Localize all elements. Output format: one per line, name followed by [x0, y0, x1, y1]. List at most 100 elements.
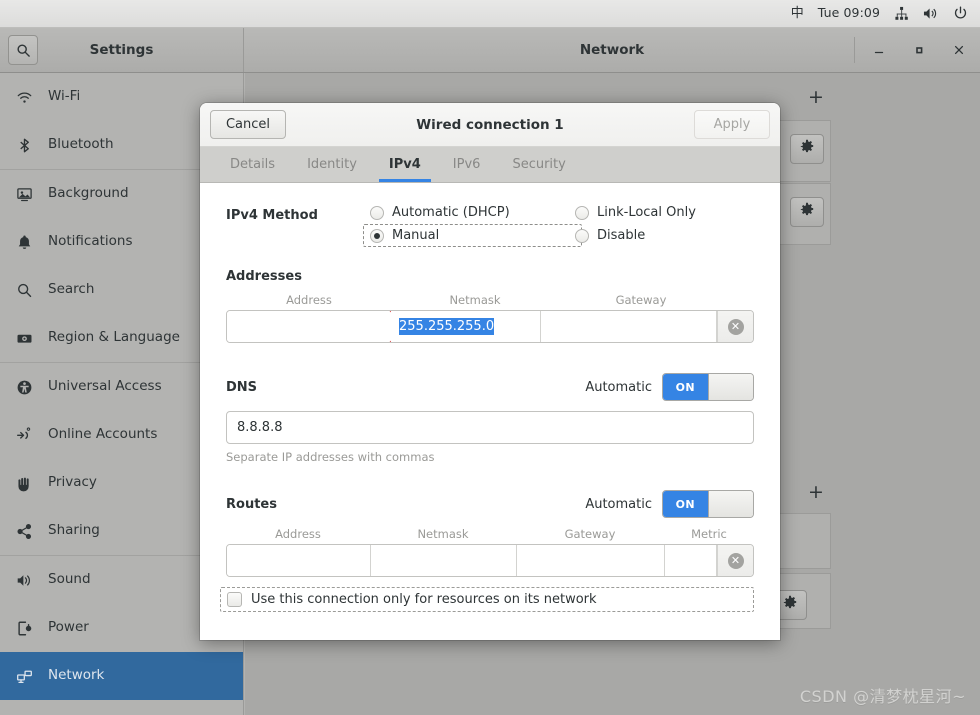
page-title: Settings: [89, 42, 154, 58]
dialog-header: Cancel Wired connection 1 Apply: [200, 103, 780, 147]
routes-automatic-toggle[interactable]: ON: [662, 490, 754, 518]
dns-automatic-toggle[interactable]: ON: [662, 373, 754, 401]
settings-header-left: Settings: [0, 28, 244, 72]
sidebar-item-label: Search: [48, 281, 95, 298]
background-icon: [14, 186, 34, 203]
network-header-bar: Network: [244, 28, 980, 72]
delete-address-row-button[interactable]: ✕: [717, 311, 753, 342]
window-controls: [854, 28, 970, 72]
routes-section-label: Routes: [226, 496, 277, 512]
delete-route-row-button[interactable]: ✕: [717, 545, 753, 576]
add-connection-button-2[interactable]: +: [808, 483, 824, 502]
dns-section-label: DNS: [226, 379, 258, 395]
wifi-icon: [14, 89, 34, 106]
routes-toggle-knob: [707, 491, 753, 517]
sidebar-item-label: Notifications: [48, 233, 133, 250]
tab-ipv4[interactable]: IPv4: [373, 147, 437, 182]
dns-toggle-state: ON: [663, 374, 708, 400]
radio-indicator: [370, 205, 384, 220]
minimize-button[interactable]: [868, 39, 890, 61]
route-row: ✕: [226, 544, 754, 577]
gear-icon: [782, 595, 798, 615]
apply-button[interactable]: Apply: [694, 110, 770, 139]
tab-identity[interactable]: Identity: [291, 147, 373, 182]
radio-label: Manual: [392, 228, 440, 243]
sidebar-item-label: Bluetooth: [48, 136, 114, 153]
delete-circle-icon: ✕: [727, 552, 744, 569]
radio-label: Link-Local Only: [597, 205, 696, 220]
ime-indicator[interactable]: 中: [791, 7, 804, 20]
column-header-gateway: Gateway: [615, 293, 667, 307]
close-button[interactable]: [948, 39, 970, 61]
search-button[interactable]: [8, 35, 38, 65]
dns-input[interactable]: 8.8.8.8: [226, 411, 754, 444]
ipv4-method-radio-group[interactable]: Automatic (DHCP) Link-Local Only Manual …: [363, 205, 696, 247]
radio-manual[interactable]: Manual: [363, 224, 582, 247]
dns-header-row: DNS Automatic ON: [226, 373, 754, 401]
tab-ipv6[interactable]: IPv6: [437, 147, 497, 182]
tab-details[interactable]: Details: [214, 147, 291, 182]
system-top-bar: 中 Tue 09:09: [0, 0, 980, 28]
power-icon[interactable]: [953, 6, 968, 21]
column-header-netmask: Netmask: [417, 527, 469, 541]
accessibility-icon: [14, 379, 34, 396]
route-netmask-input[interactable]: [371, 545, 517, 576]
radio-label: Automatic (DHCP): [392, 205, 510, 220]
delete-circle-icon: ✕: [727, 318, 744, 335]
connection-settings-button-1[interactable]: [790, 134, 824, 164]
column-header-metric: Metric: [691, 527, 727, 541]
maximize-button[interactable]: [908, 39, 930, 61]
connection-settings-button-2[interactable]: [790, 197, 824, 227]
region-icon: [14, 330, 34, 347]
dns-automatic-label: Automatic: [585, 379, 652, 395]
network-icon: [14, 668, 34, 685]
sidebar-item-label: Sharing: [48, 522, 100, 539]
address-input[interactable]: [227, 311, 392, 342]
clock[interactable]: Tue 09:09: [818, 7, 880, 20]
column-header-netmask: Netmask: [449, 293, 501, 307]
addresses-column-headers: Address Netmask Gateway: [226, 293, 754, 307]
screen: 中 Tue 09:09 Settings Network Wi-Fi Bluet…: [0, 0, 980, 715]
radio-link-local-only[interactable]: Link-Local Only: [575, 205, 696, 220]
netmask-input[interactable]: 255.255.255.0: [391, 311, 541, 342]
restrict-connection-label: Use this connection only for resources o…: [251, 592, 597, 607]
sidebar-item-label: Privacy: [48, 474, 97, 491]
column-header-address: Address: [286, 293, 332, 307]
address-row: 255.255.255.0 ✕: [226, 310, 754, 343]
settings-header-bar: Settings Network: [0, 28, 980, 73]
sidebar-item-label: Power: [48, 619, 89, 636]
sidebar-item-label: Network: [48, 667, 105, 684]
ipv4-method-row: IPv4 Method Automatic (DHCP) Link-Local …: [226, 205, 754, 247]
sidebar-item-label: Universal Access: [48, 378, 162, 395]
gateway-input[interactable]: [541, 311, 717, 342]
route-gateway-input[interactable]: [517, 545, 665, 576]
dns-hint: Separate IP addresses with commas: [226, 450, 435, 464]
radio-indicator: [370, 228, 384, 243]
search-icon: [16, 43, 31, 58]
routes-toggle-state: ON: [663, 491, 708, 517]
radio-automatic-dhcp[interactable]: Automatic (DHCP): [370, 205, 575, 220]
radio-label: Disable: [597, 228, 646, 243]
radio-indicator: [575, 228, 589, 243]
routes-automatic-label: Automatic: [585, 496, 652, 512]
sidebar-item-label: Region & Language: [48, 329, 180, 346]
network-icon[interactable]: [894, 6, 909, 21]
cancel-button[interactable]: Cancel: [210, 110, 286, 139]
radio-disable[interactable]: Disable: [575, 228, 696, 243]
online-accounts-icon: [14, 426, 34, 444]
add-connection-button-1[interactable]: +: [808, 88, 824, 107]
hand-icon: [14, 475, 34, 492]
power-plug-icon: [14, 620, 34, 637]
column-header-gateway: Gateway: [564, 527, 616, 541]
sidebar-item-label: Background: [48, 185, 129, 202]
dialog-title: Wired connection 1: [416, 116, 564, 133]
route-address-input[interactable]: [227, 545, 371, 576]
volume-icon[interactable]: [923, 6, 939, 21]
dialog-tab-bar[interactable]: Details Identity IPv4 IPv6 Security: [200, 147, 780, 183]
routes-column-headers: Address Netmask Gateway Metric: [226, 527, 754, 541]
tab-security[interactable]: Security: [496, 147, 581, 182]
sidebar-item-network[interactable]: Network: [0, 652, 243, 700]
restrict-connection-checkbox-row[interactable]: Use this connection only for resources o…: [220, 587, 754, 612]
restrict-connection-checkbox[interactable]: [227, 592, 242, 607]
route-metric-input[interactable]: [665, 545, 717, 576]
